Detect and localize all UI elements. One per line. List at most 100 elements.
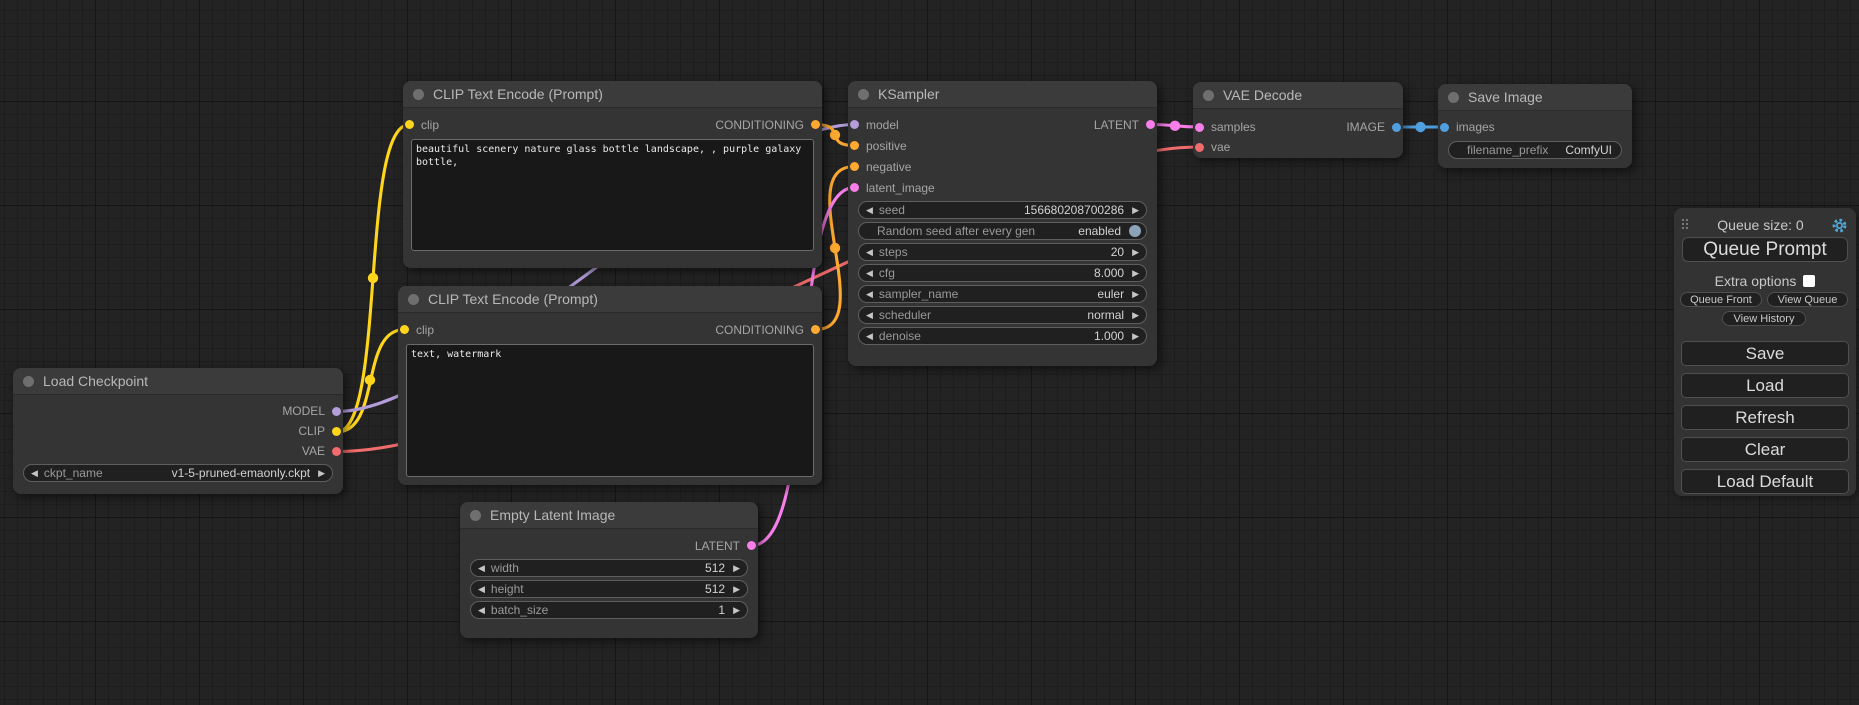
port-vae-output[interactable]: [332, 447, 341, 456]
decrement-arrow-icon[interactable]: ◀: [478, 585, 485, 594]
port-label-clip: clip: [421, 118, 439, 132]
port-label-vae: vae: [1211, 140, 1230, 154]
random-seed-widget[interactable]: Random seed after every gen enabled: [858, 222, 1147, 240]
port-latent-output[interactable]: [1146, 120, 1155, 129]
node-ksampler[interactable]: KSampler model LATENT positive negative …: [848, 81, 1157, 366]
height-widget[interactable]: ◀ height 512 ▶: [470, 580, 748, 598]
node-load-checkpoint[interactable]: Load Checkpoint MODEL CLIP VAE ◀ ckpt_na…: [13, 368, 343, 494]
port-samples-input[interactable]: [1195, 123, 1204, 132]
decrement-arrow-icon[interactable]: ◀: [866, 311, 873, 320]
port-model-input[interactable]: [850, 120, 859, 129]
decrement-arrow-icon[interactable]: ◀: [478, 564, 485, 573]
increment-arrow-icon[interactable]: ▶: [1132, 206, 1139, 215]
filename-prefix-widget[interactable]: filename_prefix ComfyUI: [1448, 141, 1622, 159]
port-vae-input[interactable]: [1195, 143, 1204, 152]
increment-arrow-icon[interactable]: ▶: [1132, 248, 1139, 257]
view-history-button[interactable]: View History: [1722, 311, 1806, 326]
widget-value: euler: [1097, 287, 1124, 301]
increment-arrow-icon[interactable]: ▶: [1132, 269, 1139, 278]
collapse-dot-icon[interactable]: [408, 294, 419, 305]
node-title-bar[interactable]: CLIP Text Encode (Prompt): [403, 81, 822, 108]
increment-arrow-icon[interactable]: ▶: [1132, 290, 1139, 299]
link-midpoint-dot: [368, 273, 378, 283]
batch-size-widget[interactable]: ◀ batch_size 1 ▶: [470, 601, 748, 619]
save-button[interactable]: Save: [1681, 341, 1849, 366]
increment-arrow-icon[interactable]: ▶: [733, 585, 740, 594]
increment-arrow-icon[interactable]: ▶: [1132, 332, 1139, 341]
decrement-arrow-icon[interactable]: ◀: [866, 332, 873, 341]
queue-front-button[interactable]: Queue Front: [1680, 292, 1762, 307]
sampler-name-widget[interactable]: ◀ sampler_name euler ▶: [858, 285, 1147, 303]
decrement-arrow-icon[interactable]: ◀: [866, 269, 873, 278]
collapse-dot-icon[interactable]: [413, 89, 424, 100]
widget-label: batch_size: [491, 603, 548, 617]
port-conditioning-output[interactable]: [811, 325, 820, 334]
increment-arrow-icon[interactable]: ▶: [733, 606, 740, 615]
port-latent-image-input[interactable]: [850, 183, 859, 192]
denoise-widget[interactable]: ◀ denoise 1.000 ▶: [858, 327, 1147, 345]
node-title: KSampler: [878, 86, 939, 102]
node-title: Load Checkpoint: [43, 373, 148, 389]
cfg-widget[interactable]: ◀ cfg 8.000 ▶: [858, 264, 1147, 282]
clear-button[interactable]: Clear: [1681, 437, 1849, 462]
widget-label: filename_prefix: [1467, 143, 1548, 157]
node-empty-latent-image[interactable]: Empty Latent Image LATENT ◀ width 512 ▶ …: [460, 502, 758, 638]
node-save-image[interactable]: Save Image images filename_prefix ComfyU…: [1438, 84, 1632, 168]
scheduler-widget[interactable]: ◀ scheduler normal ▶: [858, 306, 1147, 324]
port-label-clip: CLIP: [298, 424, 325, 438]
drag-handle[interactable]: [1682, 219, 1690, 231]
graph-canvas[interactable]: Load Checkpoint MODEL CLIP VAE ◀ ckpt_na…: [0, 0, 1859, 705]
port-clip-output[interactable]: [332, 427, 341, 436]
collapse-dot-icon[interactable]: [23, 376, 34, 387]
collapse-dot-icon[interactable]: [1203, 90, 1214, 101]
port-conditioning-output[interactable]: [811, 120, 820, 129]
port-negative-input[interactable]: [850, 162, 859, 171]
load-button[interactable]: Load: [1681, 373, 1849, 398]
node-clip-text-encode-positive[interactable]: CLIP Text Encode (Prompt) clip CONDITION…: [403, 81, 822, 268]
link-midpoint-dot: [365, 375, 375, 385]
increment-arrow-icon[interactable]: ▶: [1132, 311, 1139, 320]
widget-label: width: [491, 561, 519, 575]
widget-label: scheduler: [879, 308, 931, 322]
settings-gear-icon[interactable]: [1831, 217, 1848, 234]
node-title-bar[interactable]: CLIP Text Encode (Prompt): [398, 286, 822, 313]
port-images-input[interactable]: [1440, 123, 1449, 132]
prompt-text-area[interactable]: text, watermark: [406, 344, 814, 477]
load-default-button[interactable]: Load Default: [1681, 469, 1849, 494]
node-title-bar[interactable]: VAE Decode: [1193, 82, 1403, 109]
collapse-dot-icon[interactable]: [470, 510, 481, 521]
collapse-dot-icon[interactable]: [1448, 92, 1459, 103]
increment-arrow-icon[interactable]: ▶: [733, 564, 740, 573]
widget-value: 20: [1111, 245, 1124, 259]
width-widget[interactable]: ◀ width 512 ▶: [470, 559, 748, 577]
widget-value: ComfyUI: [1565, 143, 1612, 157]
port-clip-input[interactable]: [400, 325, 409, 334]
extra-options-checkbox[interactable]: [1803, 275, 1815, 287]
node-title-bar[interactable]: Empty Latent Image: [460, 502, 758, 529]
node-title-bar[interactable]: Load Checkpoint: [13, 368, 343, 395]
port-clip-input[interactable]: [405, 120, 414, 129]
node-title-bar[interactable]: KSampler: [848, 81, 1157, 108]
port-image-output[interactable]: [1392, 123, 1401, 132]
decrement-arrow-icon[interactable]: ◀: [866, 290, 873, 299]
port-model-output[interactable]: [332, 407, 341, 416]
decrement-arrow-icon[interactable]: ◀: [866, 206, 873, 215]
seed-widget[interactable]: ◀ seed 156680208700286 ▶: [858, 201, 1147, 219]
increment-arrow-icon[interactable]: ▶: [318, 469, 325, 478]
node-title-bar[interactable]: Save Image: [1438, 84, 1632, 111]
toggle-indicator[interactable]: [1129, 225, 1141, 237]
view-queue-button[interactable]: View Queue: [1767, 292, 1848, 307]
queue-prompt-button[interactable]: Queue Prompt: [1682, 237, 1848, 262]
node-vae-decode[interactable]: VAE Decode samples IMAGE vae: [1193, 82, 1403, 158]
decrement-arrow-icon[interactable]: ◀: [31, 469, 38, 478]
node-clip-text-encode-negative[interactable]: CLIP Text Encode (Prompt) clip CONDITION…: [398, 286, 822, 485]
port-positive-input[interactable]: [850, 141, 859, 150]
collapse-dot-icon[interactable]: [858, 89, 869, 100]
prompt-text-area[interactable]: beautiful scenery nature glass bottle la…: [411, 139, 814, 251]
ckpt-name-widget[interactable]: ◀ ckpt_name v1-5-pruned-emaonly.ckpt ▶: [23, 464, 333, 482]
decrement-arrow-icon[interactable]: ◀: [866, 248, 873, 257]
steps-widget[interactable]: ◀ steps 20 ▶: [858, 243, 1147, 261]
port-latent-output[interactable]: [747, 541, 756, 550]
decrement-arrow-icon[interactable]: ◀: [478, 606, 485, 615]
refresh-button[interactable]: Refresh: [1681, 405, 1849, 430]
